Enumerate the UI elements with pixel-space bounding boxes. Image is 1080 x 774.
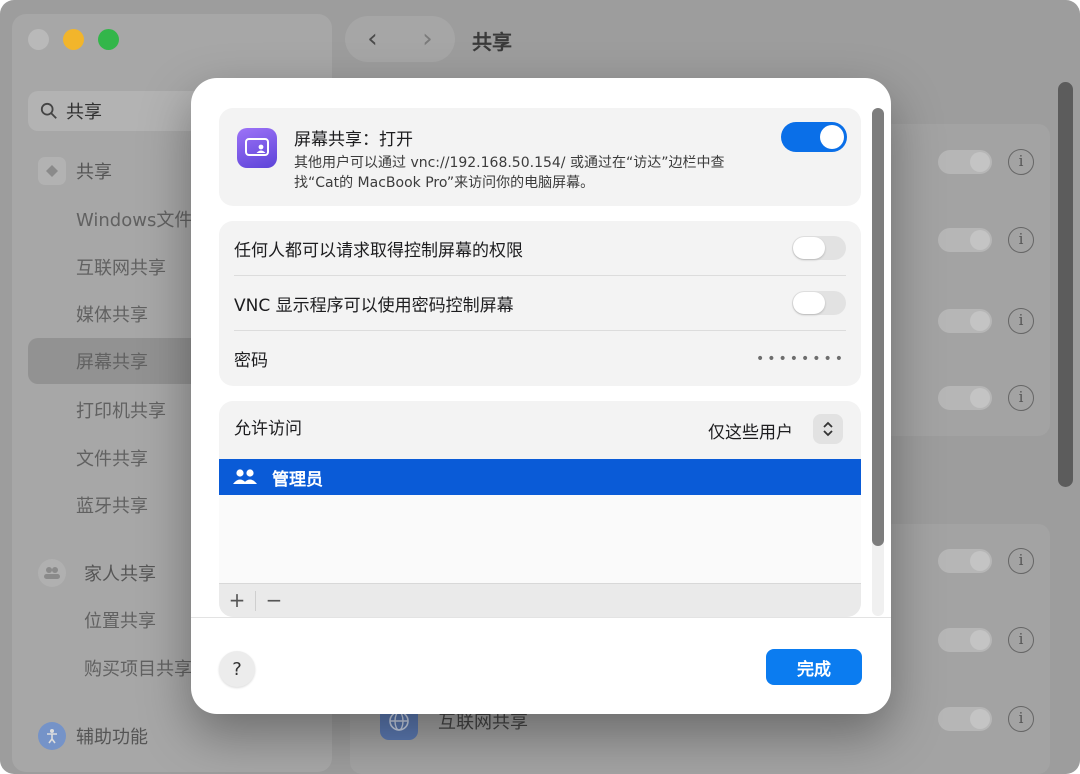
options-group: 任何人都可以请求取得控制屏幕的权限 VNC 显示程序可以使用密码控制屏幕 密码 … <box>219 221 861 386</box>
sidebar-item-label: 蓝牙共享 <box>76 496 148 517</box>
sidebar-item-label: 打印机共享 <box>76 401 166 422</box>
sidebar-item-screen-sharing[interactable]: 屏幕共享 <box>28 338 208 384</box>
password-label: 密码 <box>234 351 268 371</box>
window-scrollbar[interactable] <box>1058 82 1073 487</box>
allow-access-select[interactable]: 仅这些用户 <box>708 418 793 443</box>
list-toolbar: + − <box>219 583 861 617</box>
remove-user-button[interactable]: − <box>256 588 292 614</box>
background-toggle <box>938 309 992 333</box>
background-toggle <box>938 228 992 252</box>
scrollbar-thumb[interactable] <box>872 108 884 546</box>
screen-sharing-title: 屏幕共享：打开 <box>294 130 413 150</box>
search-input[interactable]: 共享 <box>28 91 208 131</box>
close-button[interactable] <box>28 29 49 50</box>
info-icon: i <box>1008 548 1034 574</box>
allow-access-group: 允许访问 仅这些用户 管理员 + − <box>219 401 861 617</box>
sidebar-item-label: 文件共享 <box>76 449 148 470</box>
password-row: 密码 •••••••• <box>234 331 846 386</box>
request-control-label: 任何人都可以请求取得控制屏幕的权限 <box>234 240 523 261</box>
sidebar-item-accessibility[interactable]: 辅助功能 <box>28 713 328 759</box>
screen-sharing-header: 屏幕共享：打开 其他用户可以通过 vnc://192.168.50.154/ 或… <box>219 108 861 206</box>
group-icon <box>233 469 257 484</box>
window-title: 共享 <box>472 30 512 54</box>
sidebar-item-label: 媒体共享 <box>76 305 148 326</box>
minimize-button[interactable] <box>63 29 84 50</box>
request-control-row: 任何人都可以请求取得控制屏幕的权限 <box>234 221 846 276</box>
forward-button[interactable]: › <box>400 16 455 62</box>
chevron-right-icon: › <box>422 24 433 54</box>
add-user-button[interactable]: + <box>219 588 255 614</box>
vnc-password-toggle[interactable] <box>792 291 846 315</box>
help-button[interactable]: ? <box>219 651 255 687</box>
info-icon: i <box>1008 385 1034 411</box>
background-toggle <box>938 707 992 731</box>
user-name: 管理员 <box>272 469 323 490</box>
sidebar-item-label: 互联网共享 <box>76 258 166 279</box>
sidebar-item-label: 屏幕共享 <box>76 352 148 373</box>
allow-access-stepper[interactable] <box>813 414 843 444</box>
search-icon <box>40 102 57 119</box>
screen-sharing-icon <box>237 128 277 168</box>
sidebar-item-label: 位置共享 <box>84 611 156 632</box>
sidebar-item-label: Windows文件 <box>76 210 193 231</box>
background-toggle <box>938 628 992 652</box>
search-value: 共享 <box>66 102 102 123</box>
allow-access-label: 允许访问 <box>234 419 302 439</box>
dialog-divider <box>191 617 891 618</box>
screen-sharing-dialog: 屏幕共享：打开 其他用户可以通过 vnc://192.168.50.154/ 或… <box>191 78 891 714</box>
window-controls <box>28 29 119 50</box>
screen-sharing-description: 其他用户可以通过 vnc://192.168.50.154/ 或通过在“访达”边… <box>294 155 725 191</box>
screen-sharing-toggle[interactable] <box>781 122 847 152</box>
vnc-password-label: VNC 显示程序可以使用密码控制屏幕 <box>234 295 514 316</box>
zoom-button[interactable] <box>98 29 119 50</box>
accessibility-icon <box>38 722 66 750</box>
chevron-left-icon: ‹ <box>367 24 378 54</box>
user-list <box>219 495 861 583</box>
done-button[interactable]: 完成 <box>766 649 862 685</box>
background-toggle <box>938 386 992 410</box>
info-icon: i <box>1008 627 1034 653</box>
dialog-scrollbar[interactable] <box>872 108 884 616</box>
user-list-item[interactable]: 管理员 <box>219 459 861 495</box>
background-toggle <box>938 549 992 573</box>
navigation-buttons: ‹ › <box>345 16 455 62</box>
family-icon <box>38 559 66 587</box>
back-button[interactable]: ‹ <box>345 16 400 62</box>
info-icon: i <box>1008 706 1034 732</box>
sidebar-item-label: 购买项目共享 <box>84 659 192 680</box>
request-control-toggle[interactable] <box>792 236 846 260</box>
info-icon: i <box>1008 227 1034 253</box>
background-toggle <box>938 150 992 174</box>
sharing-icon <box>38 157 66 185</box>
password-field[interactable]: •••••••• <box>756 351 846 367</box>
chevron-up-down-icon <box>823 421 833 437</box>
info-icon: i <box>1008 308 1034 334</box>
vnc-password-row: VNC 显示程序可以使用密码控制屏幕 <box>234 276 846 331</box>
info-icon: i <box>1008 149 1034 175</box>
